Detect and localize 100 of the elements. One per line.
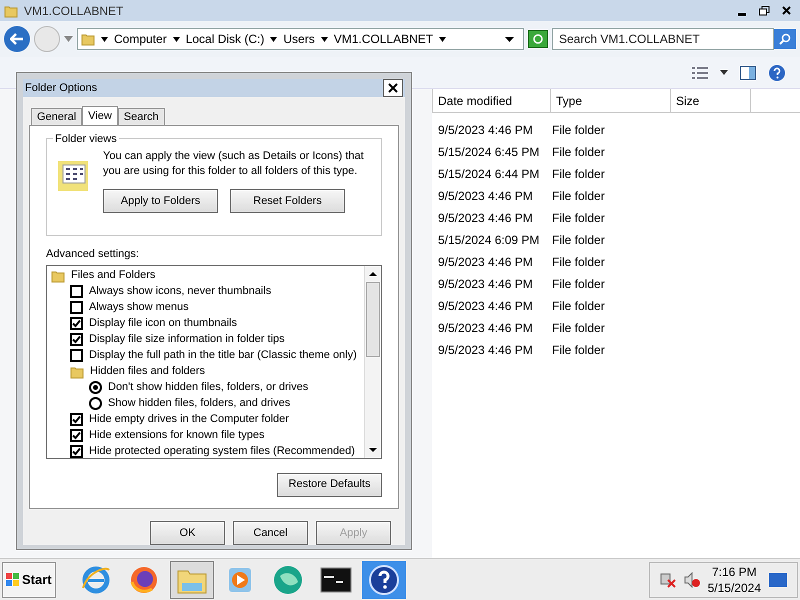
date-cell-text: 9/5/2023 4:46 PM — [437, 320, 534, 337]
refresh-icon — [532, 34, 544, 44]
date-cell-text: 5/15/2024 6:45 PM — [437, 144, 540, 161]
checkbox[interactable] — [70, 333, 83, 346]
apply-to-folders-button[interactable]: Apply to Folders — [103, 189, 218, 213]
restore-icon — [758, 6, 770, 16]
dialog-title: Folder Options — [25, 80, 98, 96]
dropdown-icon — [505, 36, 514, 42]
folder-icon — [81, 32, 95, 46]
speaker-muted-icon — [684, 572, 700, 588]
column-header[interactable]: Type — [550, 89, 670, 112]
dialog-button[interactable]: Cancel — [233, 521, 308, 545]
clock-time: 7:16 PM — [712, 564, 757, 580]
chevron-icon — [270, 36, 278, 42]
type-cell-text: File folder — [552, 188, 605, 205]
radio-button[interactable] — [89, 397, 102, 410]
folder-icon — [70, 364, 84, 378]
dropdown-icon[interactable] — [720, 70, 728, 75]
advanced-settings-label: Advanced settings: — [46, 247, 140, 262]
network-warning-icon — [660, 572, 676, 588]
checkbox[interactable] — [70, 285, 83, 298]
dialog-button[interactable]: OK — [150, 521, 225, 545]
chevron-icon — [320, 36, 328, 42]
chevron-icon — [172, 36, 180, 42]
type-cell-text: File folder — [552, 276, 605, 293]
address-bar[interactable]: Computer Local Disk (C:) Users VM1.COLLABNET — [77, 28, 524, 50]
chevron-icon — [101, 36, 108, 42]
search-button[interactable] — [774, 29, 796, 49]
folder-icon — [4, 4, 18, 18]
setting-label: Hide extensions for known file types — [89, 428, 264, 444]
chevron-icon — [439, 36, 446, 42]
help-icon[interactable] — [768, 64, 786, 82]
terminal-icon — [320, 566, 352, 592]
breadcrumb[interactable]: Local Disk (C:) — [186, 30, 264, 48]
type-cell-text: File folder — [552, 342, 605, 359]
setting-group-label: Files and Folders — [71, 268, 156, 284]
date-cell-text: 9/5/2023 4:46 PM — [437, 298, 534, 315]
setting-label: Hide empty drives in the Computer folder — [89, 412, 289, 428]
checkbox[interactable] — [70, 429, 83, 442]
type-cell-text: File folder — [552, 232, 605, 249]
column-header[interactable]: Size — [670, 89, 750, 112]
breadcrumb[interactable]: Computer — [114, 30, 167, 48]
setting-group-label: Hidden files and folders — [90, 364, 205, 380]
setting-label: Always show menus — [89, 300, 189, 316]
date-cell-text: 9/5/2023 4:46 PM — [437, 276, 534, 293]
search-field[interactable]: Search VM1.COLLABNET — [552, 28, 774, 50]
search-icon — [779, 33, 791, 45]
checkbox[interactable] — [70, 301, 83, 314]
setting-label: Display file size information in folder tips — [89, 332, 285, 348]
close-icon — [782, 6, 790, 15]
setting-label: Display the full path in the title bar (Classic theme only) — [89, 348, 357, 364]
close-button[interactable] — [383, 79, 403, 97]
date-cell-text: 5/15/2024 6:44 PM — [437, 166, 540, 183]
back-button[interactable] — [4, 26, 30, 52]
minimize-icon — [738, 13, 746, 16]
breadcrumb[interactable]: VM1.COLLABNET — [334, 30, 434, 48]
restore-defaults-button[interactable]: Restore Defaults — [277, 472, 382, 496]
clock-date: 5/15/2024 — [708, 580, 761, 596]
type-cell-text: File folder — [552, 320, 605, 337]
breadcrumb[interactable]: Users — [283, 30, 315, 48]
type-cell-text: File folder — [552, 298, 605, 315]
reset-folders-button[interactable]: Reset Folders — [230, 189, 345, 213]
help-icon — [368, 564, 400, 596]
browser-icon — [80, 564, 112, 596]
show-desktop-icon[interactable] — [769, 572, 787, 586]
checkbox[interactable] — [70, 317, 83, 330]
close-icon — [388, 83, 398, 93]
date-cell-text: 9/5/2023 4:46 PM — [437, 188, 534, 205]
date-cell-text: 5/15/2024 6:09 PM — [437, 232, 540, 249]
scrollbar[interactable] — [364, 266, 381, 458]
setting-label: Display file icon on thumbnails — [89, 316, 237, 332]
type-cell-text: File folder — [552, 254, 605, 271]
radio-button[interactable] — [89, 381, 102, 394]
date-cell-text: 9/5/2023 4:46 PM — [437, 254, 534, 271]
tab[interactable]: View — [82, 106, 118, 126]
tab[interactable]: General — [31, 108, 82, 125]
setting-label: Hide protected operating system files (Recommended) — [89, 444, 355, 458]
view-options-icon[interactable] — [692, 66, 708, 78]
taskbar-app-button[interactable] — [362, 560, 406, 598]
date-cell-text: 9/5/2023 4:46 PM — [437, 122, 534, 139]
back-arrow-icon — [10, 33, 24, 45]
setting-label: Don't show hidden files, folders, or drives — [108, 380, 308, 396]
date-cell-text: 9/5/2023 4:46 PM — [437, 210, 534, 227]
tab[interactable]: Search — [118, 108, 165, 125]
checkbox[interactable] — [70, 349, 83, 362]
column-header[interactable]: Date modified — [432, 89, 550, 112]
folder-icon — [51, 268, 65, 282]
folder-view-icon — [57, 159, 91, 193]
preview-pane-icon[interactable] — [740, 66, 756, 80]
checkbox[interactable] — [70, 445, 83, 458]
type-cell-text: File folder — [552, 144, 605, 161]
type-cell-text: File folder — [552, 166, 605, 183]
checkbox[interactable] — [70, 413, 83, 426]
refresh-button[interactable] — [528, 30, 548, 48]
folder-views-description: You can apply the view (such as Details or Icons) that you are using for this folder to all folders of this type. — [103, 149, 365, 179]
date-cell-text: 9/5/2023 4:46 PM — [437, 342, 534, 359]
type-cell-text: File folder — [552, 122, 605, 139]
dropdown-icon — [64, 36, 73, 42]
window-title: VM1.COLLABNET — [24, 2, 124, 20]
start-button[interactable]: Start — [2, 562, 56, 598]
